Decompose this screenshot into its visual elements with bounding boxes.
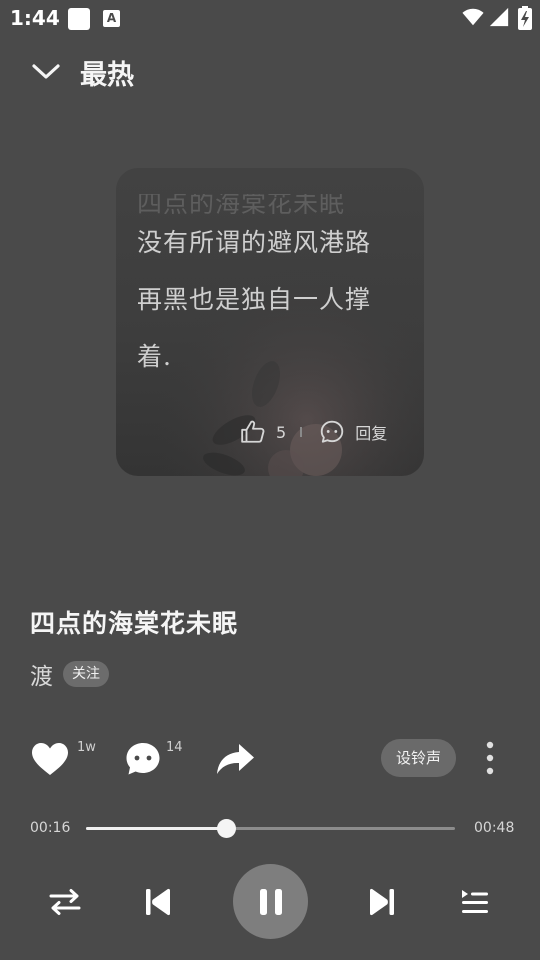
progress-slider[interactable] [86, 819, 455, 838]
follow-button[interactable]: 关注 [63, 661, 109, 687]
notification-square-icon [68, 8, 90, 30]
action-row: 1w 14 设铃声 [0, 730, 540, 790]
collapse-button[interactable] [28, 54, 64, 90]
comment-line: 再黑也是独自一人撑 [137, 285, 372, 314]
repeat-icon [49, 889, 81, 915]
heart-icon[interactable] [30, 740, 70, 778]
page-title: 最热 [80, 60, 134, 91]
comment-line: 着. [137, 342, 172, 371]
more-vertical-icon[interactable] [478, 740, 502, 776]
progress-knob[interactable] [217, 819, 237, 838]
comment-like-count: 5 [276, 422, 287, 442]
comment-count: 14 [166, 740, 183, 755]
artist-name[interactable]: 渡 [30, 657, 53, 691]
status-time: 1:44 [10, 6, 60, 30]
battery-icon [518, 6, 532, 30]
hot-comment-card[interactable]: 四点的海棠花未眠 没有所谓的避风港路 再黑也是独自一人撑 着. 5 回复 [116, 168, 424, 476]
comment-faded-line: 四点的海棠花未眠 [137, 194, 346, 214]
playlist-button[interactable] [456, 884, 494, 920]
comment-bubble-icon[interactable] [319, 419, 345, 445]
skip-previous-icon [146, 888, 170, 916]
divider [300, 427, 303, 437]
total-time: 00:48 [474, 820, 515, 836]
signal-icon [489, 7, 509, 27]
reply-button[interactable]: 回复 [355, 420, 387, 444]
playback-controls [0, 862, 540, 942]
comment-text: 四点的海棠花未眠 没有所谓的避风港路 再黑也是独自一人撑 着. [137, 194, 409, 385]
current-time: 00:16 [30, 820, 71, 836]
status-bar: 1:44 A [0, 0, 540, 36]
set-ringtone-button[interactable]: 设铃声 [381, 739, 456, 777]
playlist-icon [462, 890, 488, 913]
comment-dots-icon[interactable] [124, 740, 162, 778]
thumbs-up-icon[interactable] [240, 419, 266, 445]
like-count: 1w [77, 740, 96, 755]
repeat-button[interactable] [46, 884, 84, 920]
comment-actions: 5 回复 [240, 418, 387, 446]
app-a-icon: A [103, 10, 120, 27]
wifi-icon [462, 8, 484, 26]
chevron-down-icon [32, 64, 60, 79]
next-button[interactable] [364, 884, 400, 920]
song-title: 四点的海棠花未眠 [30, 609, 239, 638]
skip-next-icon [370, 888, 394, 916]
pause-button[interactable] [233, 864, 308, 939]
header: 最热 [0, 44, 540, 100]
artist-row: 渡 关注 [30, 658, 109, 690]
pause-icon [259, 888, 282, 915]
share-arrow-icon[interactable] [214, 740, 256, 778]
comment-line: 没有所谓的避风港路 [137, 228, 372, 257]
progress-row: 00:16 00:48 [0, 812, 540, 846]
previous-button[interactable] [140, 884, 176, 920]
progress-fill [86, 827, 227, 830]
